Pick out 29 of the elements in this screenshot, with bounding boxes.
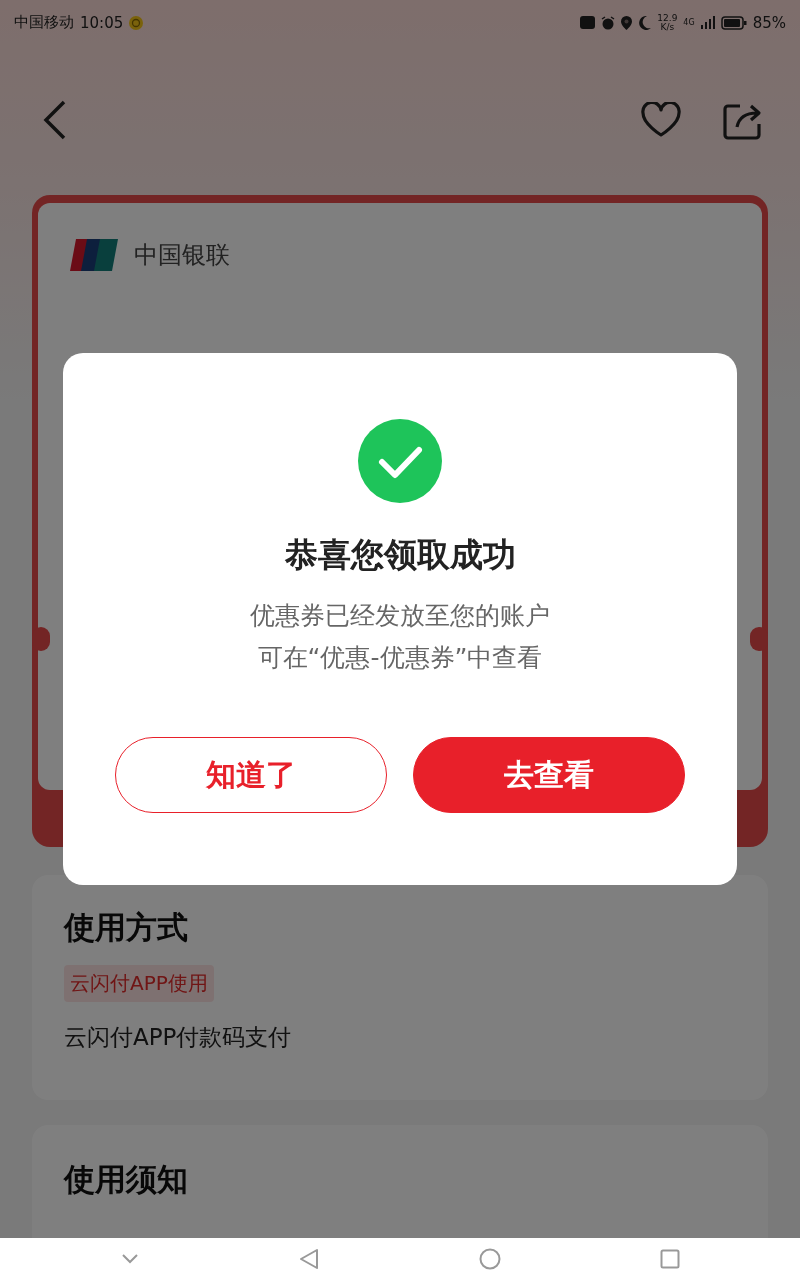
success-check-icon	[358, 419, 442, 503]
dismiss-button[interactable]: 知道了	[115, 737, 387, 813]
coin-icon	[129, 15, 144, 30]
dialog-title: 恭喜您领取成功	[284, 534, 516, 576]
recents-icon[interactable]	[660, 1249, 681, 1269]
payment-tag: 云闪付APP使用	[64, 965, 214, 1002]
battery-icon	[720, 15, 747, 30]
section-title: 使用方式	[64, 908, 188, 947]
moon-icon	[638, 15, 652, 30]
dialog-message: 优惠券已经发放至您的账户	[250, 600, 550, 632]
home-icon[interactable]	[478, 1248, 501, 1270]
battery-level: 85%	[752, 13, 786, 32]
location-icon	[621, 15, 633, 30]
collapse-icon[interactable]	[119, 1253, 140, 1265]
unionpay-logo	[70, 239, 118, 271]
network-speed: 12.9	[657, 13, 678, 23]
heart-icon[interactable]	[640, 102, 682, 138]
back-icon[interactable]	[299, 1248, 320, 1270]
view-button[interactable]: 去查看	[413, 737, 685, 813]
usage-description: 云闪付APP付款码支付	[64, 1023, 292, 1052]
network-type: 4G	[683, 18, 695, 27]
dialog-message: 可在“优惠-优惠券”中查看	[257, 642, 543, 674]
speed-unit: K/s	[660, 22, 675, 32]
signal-icon	[700, 16, 715, 29]
carrier-name: 中国移动	[14, 13, 74, 32]
section-title: 使用须知	[64, 1160, 189, 1199]
clock-time: 10:05	[80, 13, 124, 32]
alarm-icon	[601, 15, 616, 30]
issuer-name: 中国银联	[134, 240, 230, 271]
